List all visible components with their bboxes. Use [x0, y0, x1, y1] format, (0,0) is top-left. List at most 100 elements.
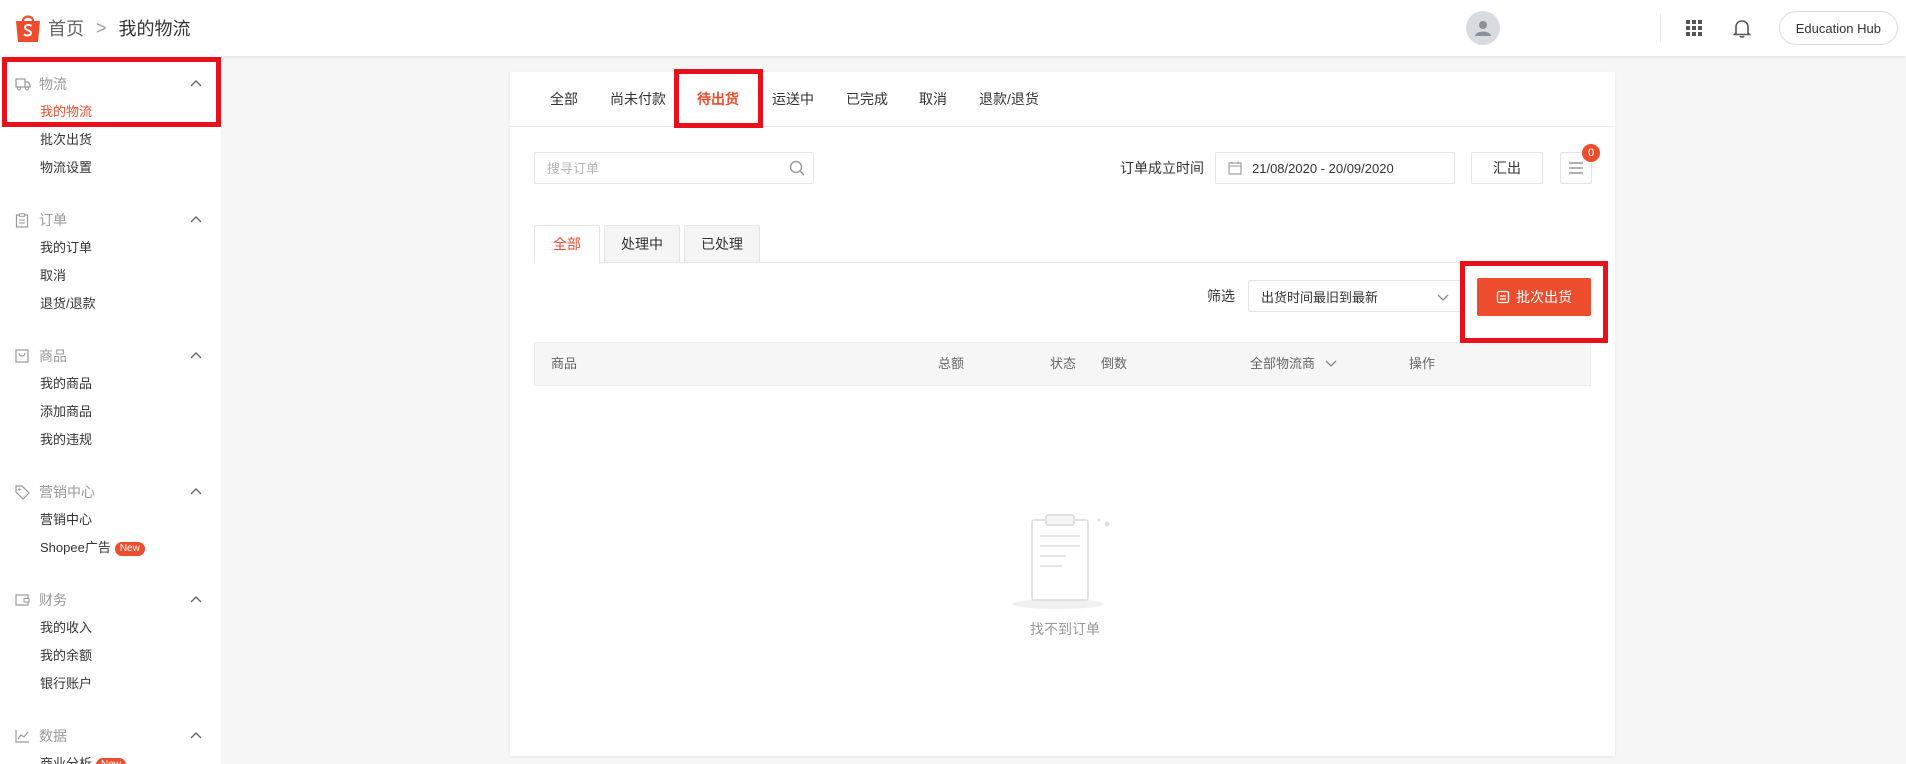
breadcrumb-home[interactable]: 首页 [48, 15, 84, 41]
col-carrier-filter[interactable]: 全部物流商 [1250, 343, 1337, 385]
tab-completed[interactable]: 已完成 [846, 72, 888, 127]
date-filter-label: 订单成立时间 [1120, 160, 1204, 176]
sidebar-item-returns[interactable]: 退货/退款 [0, 290, 221, 318]
sidebar-group-logistics: 物流 我的物流 批次出货 物流设置 [0, 70, 221, 182]
sidebar-item-label: 商业分析 [40, 756, 93, 764]
box-icon [15, 348, 31, 364]
sort-select[interactable]: 出货时间最旧到最新 [1248, 280, 1462, 312]
sidebar-group-data: 数据 商业分析New [0, 722, 221, 764]
search-input[interactable] [535, 160, 781, 176]
orders-table-header: 商品 总额 状态 倒数 全部物流商 操作 [534, 342, 1591, 386]
status-tabs: 全部 尚未付款 待出货 运送中 已完成 取消 退款/退货 [510, 72, 1615, 128]
chevron-up-icon [190, 80, 202, 87]
chevron-up-icon [190, 596, 202, 603]
chevron-down-icon [1325, 360, 1337, 367]
empty-state: 找不到订单 [990, 510, 1140, 639]
sidebar-item-income[interactable]: 我的收入 [0, 614, 221, 642]
shopee-logo-icon[interactable] [14, 12, 42, 44]
breadcrumb-separator: > [96, 17, 107, 38]
sidebar-item-my-products[interactable]: 我的商品 [0, 370, 221, 398]
sidebar-group-title: 物流 [39, 76, 67, 92]
bell-icon[interactable] [1731, 17, 1753, 39]
chevron-up-icon [190, 732, 202, 739]
date-range-picker[interactable]: 21/08/2020 - 20/09/2020 [1215, 152, 1455, 184]
sidebar-group-title: 营销中心 [39, 484, 95, 500]
tab-to-ship[interactable]: 待出货 [697, 72, 739, 128]
top-right-controls: Education Hub [1465, 0, 1906, 56]
apps-grid-icon[interactable] [1683, 17, 1705, 39]
sidebar: 物流 我的物流 批次出货 物流设置 订单 我的订单 取消 退货/退款 商品 我的… [0, 56, 221, 764]
tab-unpaid[interactable]: 尚未付款 [610, 72, 666, 127]
tag-icon [15, 484, 31, 500]
sidebar-group-header[interactable]: 财务 [0, 586, 221, 614]
avatar[interactable] [1465, 11, 1500, 45]
sidebar-group-title: 数据 [39, 728, 67, 744]
col-carrier-label: 全部物流商 [1250, 356, 1316, 371]
chevron-down-icon [1437, 294, 1449, 301]
chevron-up-icon [190, 352, 202, 359]
empty-state-text: 找不到订单 [1030, 621, 1100, 637]
sidebar-item-add-product[interactable]: 添加商品 [0, 398, 221, 426]
chart-icon [15, 728, 31, 744]
calendar-icon [1228, 161, 1244, 175]
sidebar-group-title: 订单 [39, 212, 67, 228]
tab-cancelled[interactable]: 取消 [919, 72, 947, 127]
top-bar: 首页 > 我的物流 Education Hub [0, 0, 1906, 56]
search-icon[interactable] [781, 160, 813, 176]
subtab-all[interactable]: 全部 [534, 225, 600, 264]
sidebar-item-business-insights[interactable]: 商业分析New [0, 750, 221, 764]
sidebar-item-violations[interactable]: 我的违规 [0, 426, 221, 454]
subtab-processing[interactable]: 处理中 [604, 225, 680, 263]
sidebar-item-shopee-ads[interactable]: Shopee广告 New [0, 534, 221, 562]
sidebar-group-products: 商品 我的商品 添加商品 我的违规 [0, 342, 221, 454]
batch-ship-label: 批次出货 [1516, 289, 1572, 305]
sidebar-item-logistics-settings[interactable]: 物流设置 [0, 154, 221, 182]
col-total: 总额 [938, 356, 965, 371]
sidebar-group-marketing: 营销中心 营销中心 Shopee广告 New [0, 478, 221, 562]
export-button[interactable]: 汇出 [1471, 152, 1543, 184]
sidebar-group-header[interactable]: 订单 [0, 206, 221, 234]
processing-subtabs: 全部 处理中 已处理 [534, 225, 1591, 264]
tab-label: 待出货 [697, 91, 739, 107]
orders-card: 全部 尚未付款 待出货 运送中 已完成 取消 退款/退货 订单成立时间 21/0… [510, 72, 1615, 756]
col-status: 状态 [1050, 356, 1077, 371]
sidebar-item-balance[interactable]: 我的余额 [0, 642, 221, 670]
sidebar-item-bank-account[interactable]: 银行账户 [0, 670, 221, 698]
chevron-up-icon [190, 216, 202, 223]
subtab-processed[interactable]: 已处理 [684, 225, 760, 263]
list-icon [1569, 162, 1583, 174]
tab-shipping[interactable]: 运送中 [772, 72, 814, 127]
sidebar-item-label: Shopee广告 [40, 540, 111, 555]
printer-icon [1496, 290, 1510, 304]
sidebar-item-my-logistics[interactable]: 我的物流 [0, 98, 221, 126]
tab-refund-return[interactable]: 退款/退货 [979, 72, 1039, 127]
user-icon [1474, 21, 1491, 36]
active-tab-indicator [697, 125, 739, 128]
clipboard-icon [15, 212, 31, 228]
filter-label: 筛选 [1207, 288, 1235, 304]
sidebar-group-header[interactable]: 数据 [0, 722, 221, 750]
tab-all[interactable]: 全部 [550, 72, 578, 127]
export-count-badge: 0 [1582, 144, 1600, 162]
order-search [534, 152, 814, 184]
sidebar-item-my-orders[interactable]: 我的订单 [0, 234, 221, 262]
page-title: 我的物流 [118, 19, 191, 39]
chevron-up-icon [190, 488, 202, 495]
empty-clipboard-icon [1012, 514, 1110, 609]
date-range-value: 21/08/2020 - 20/09/2020 [1252, 160, 1394, 176]
sidebar-group-header[interactable]: 物流 [0, 70, 221, 98]
sidebar-group-header[interactable]: 营销中心 [0, 478, 221, 506]
education-hub-button[interactable]: Education Hub [1778, 11, 1898, 45]
truck-icon [15, 76, 31, 92]
sidebar-group-title: 商品 [39, 348, 67, 364]
batch-ship-button[interactable]: 批次出货 [1477, 278, 1591, 316]
sidebar-group-header[interactable]: 商品 [0, 342, 221, 370]
col-countdown: 倒数 [1101, 356, 1128, 371]
sidebar-item-marketing-center[interactable]: 营销中心 [0, 506, 221, 534]
sidebar-item-cancel[interactable]: 取消 [0, 262, 221, 290]
sidebar-item-batch-ship[interactable]: 批次出货 [0, 126, 221, 154]
new-badge: New [96, 758, 127, 764]
sidebar-group-title: 财务 [39, 592, 67, 608]
col-product: 商品 [551, 356, 578, 371]
col-actions: 操作 [1409, 356, 1436, 371]
